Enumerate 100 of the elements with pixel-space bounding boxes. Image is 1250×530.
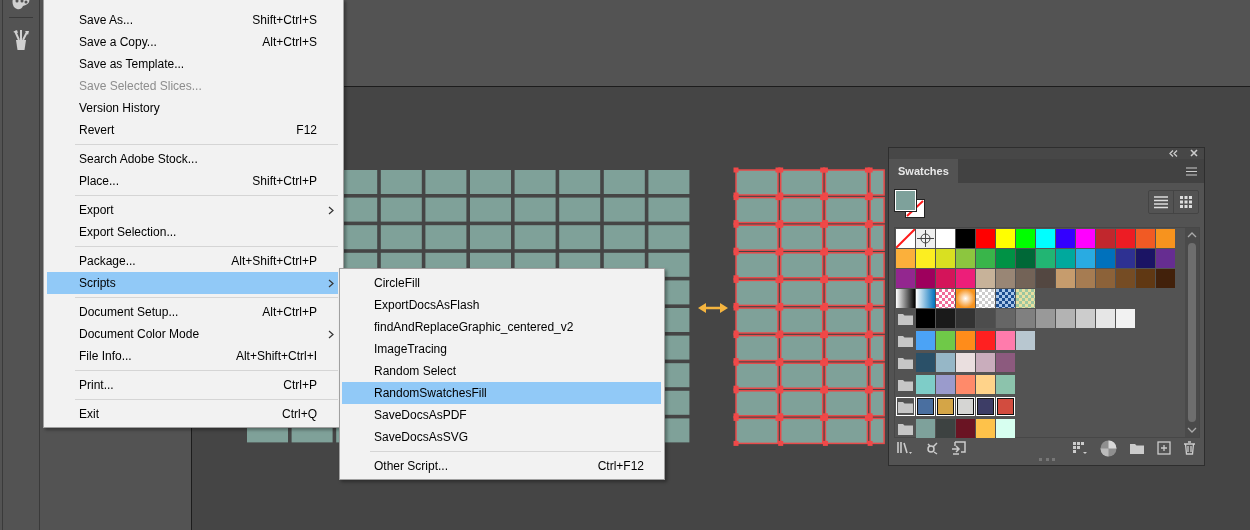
color-swatch[interactable] xyxy=(936,375,955,395)
color-swatch[interactable] xyxy=(1056,229,1075,249)
color-swatch[interactable] xyxy=(1076,249,1095,269)
color-swatch[interactable] xyxy=(996,419,1015,439)
color-swatch[interactable] xyxy=(916,229,935,249)
menu-item[interactable]: SaveDocsAsSVG xyxy=(342,426,661,448)
close-icon[interactable] xyxy=(1190,149,1198,158)
trash-icon[interactable] xyxy=(1183,441,1196,456)
color-swatch[interactable] xyxy=(996,289,1015,309)
color-swatch[interactable] xyxy=(956,419,975,439)
color-swatch[interactable] xyxy=(936,331,955,351)
color-swatch[interactable] xyxy=(1096,309,1115,329)
color-swatch[interactable] xyxy=(916,249,935,269)
menu-item[interactable]: Exit Ctrl+Q xyxy=(47,403,338,425)
color-swatch[interactable] xyxy=(976,229,995,249)
library-icon[interactable] xyxy=(897,441,913,456)
color-swatch[interactable] xyxy=(956,309,975,329)
color-swatch[interactable] xyxy=(1076,309,1095,329)
menu-item[interactable]: Export Selection... xyxy=(47,221,338,243)
color-swatch[interactable] xyxy=(956,249,975,269)
color-swatch[interactable] xyxy=(1156,229,1175,249)
link-icon[interactable] xyxy=(925,441,939,456)
menu-item[interactable]: Scripts xyxy=(47,272,338,294)
color-swatch[interactable] xyxy=(996,309,1015,329)
new-swatch-icon[interactable] xyxy=(1157,441,1171,456)
color-swatch[interactable] xyxy=(1036,229,1055,249)
brush-cup-icon[interactable] xyxy=(11,29,31,51)
menu-item[interactable]: SaveDocsAsPDF xyxy=(342,404,661,426)
color-swatch[interactable] xyxy=(936,419,955,439)
color-swatch[interactable] xyxy=(1056,309,1075,329)
color-swatch[interactable] xyxy=(996,331,1015,351)
color-swatch[interactable] xyxy=(1136,229,1155,249)
color-swatch[interactable] xyxy=(1016,331,1035,351)
color-swatch[interactable] xyxy=(956,331,975,351)
menu-item[interactable]: Document Setup... Alt+Ctrl+P xyxy=(47,301,338,323)
color-swatch[interactable] xyxy=(1076,229,1095,249)
color-wheel-icon[interactable] xyxy=(1100,439,1117,457)
menu-item[interactable]: ImageTracing xyxy=(342,338,661,360)
menu-item[interactable]: Save a Copy... Alt+Ctrl+S xyxy=(47,31,338,53)
color-swatch[interactable] xyxy=(896,289,915,309)
color-swatch[interactable] xyxy=(896,249,915,269)
color-swatch[interactable] xyxy=(1036,309,1055,329)
color-swatch[interactable] xyxy=(1016,269,1035,289)
color-swatch[interactable] xyxy=(916,353,935,373)
color-swatch[interactable] xyxy=(976,249,995,269)
menu-item[interactable]: Other Script... Ctrl+F12 xyxy=(342,455,661,477)
menu-item[interactable]: Document Color Mode xyxy=(47,323,338,345)
scrollbar[interactable] xyxy=(1185,228,1199,438)
color-swatch[interactable] xyxy=(936,309,955,329)
color-swatch[interactable] xyxy=(1096,249,1115,269)
menu-icon[interactable] xyxy=(1186,166,1197,176)
color-swatch[interactable] xyxy=(976,289,995,309)
color-swatch[interactable] xyxy=(1116,249,1135,269)
color-swatch[interactable] xyxy=(1136,269,1155,289)
color-swatch[interactable] xyxy=(1056,269,1075,289)
color-swatch[interactable] xyxy=(956,375,975,395)
fill-indicator[interactable] xyxy=(895,190,916,212)
import-icon[interactable] xyxy=(951,440,967,456)
menu-item[interactable]: Export xyxy=(47,199,338,221)
color-swatch[interactable] xyxy=(1016,309,1035,329)
color-swatch[interactable] xyxy=(1116,309,1135,329)
color-swatch[interactable] xyxy=(976,375,995,395)
color-swatch[interactable] xyxy=(916,289,935,309)
color-swatch[interactable] xyxy=(896,229,915,249)
color-swatch[interactable] xyxy=(916,419,935,439)
menu-item[interactable]: Print... Ctrl+P xyxy=(47,374,338,396)
color-swatch[interactable] xyxy=(956,353,975,373)
color-swatch[interactable] xyxy=(956,229,975,249)
menu-item[interactable]: Save as Template... xyxy=(47,53,338,75)
color-swatch[interactable] xyxy=(1056,249,1075,269)
menu-item[interactable]: Version History xyxy=(47,97,338,119)
color-swatch[interactable] xyxy=(996,375,1015,395)
scroll-up-icon[interactable] xyxy=(1186,231,1198,240)
scroll-down-icon[interactable] xyxy=(1186,426,1198,435)
menu-item[interactable]: findAndReplaceGraphic_centered_v2 xyxy=(342,316,661,338)
color-swatch[interactable] xyxy=(996,229,1015,249)
color-swatch[interactable] xyxy=(976,353,995,373)
menu-item[interactable]: CircleFill xyxy=(342,272,661,294)
color-swatch[interactable] xyxy=(1016,289,1035,309)
color-swatch[interactable] xyxy=(916,269,935,289)
folder-icon[interactable] xyxy=(1129,441,1145,455)
menu-item[interactable]: Random Select xyxy=(342,360,661,382)
color-swatch[interactable] xyxy=(976,419,995,439)
color-swatch[interactable] xyxy=(1116,269,1135,289)
color-swatch[interactable] xyxy=(976,269,995,289)
color-swatch[interactable] xyxy=(936,289,955,309)
color-swatch[interactable] xyxy=(936,249,955,269)
color-swatch[interactable] xyxy=(996,249,1015,269)
color-swatch[interactable] xyxy=(1016,249,1035,269)
palette-icon[interactable] xyxy=(11,0,31,10)
menu-item[interactable]: File Info... Alt+Shift+Ctrl+I xyxy=(47,345,338,367)
color-swatch[interactable] xyxy=(936,269,955,289)
color-swatch[interactable] xyxy=(1036,249,1055,269)
color-swatch[interactable] xyxy=(1116,229,1135,249)
color-swatch[interactable] xyxy=(956,269,975,289)
color-swatch[interactable] xyxy=(1156,249,1175,269)
color-swatch[interactable] xyxy=(1156,269,1175,289)
menu-item[interactable]: Search Adobe Stock... xyxy=(47,148,338,170)
menu-item[interactable]: RandomSwatchesFill xyxy=(342,382,661,404)
menu-item[interactable]: Place... Shift+Ctrl+P xyxy=(47,170,338,192)
